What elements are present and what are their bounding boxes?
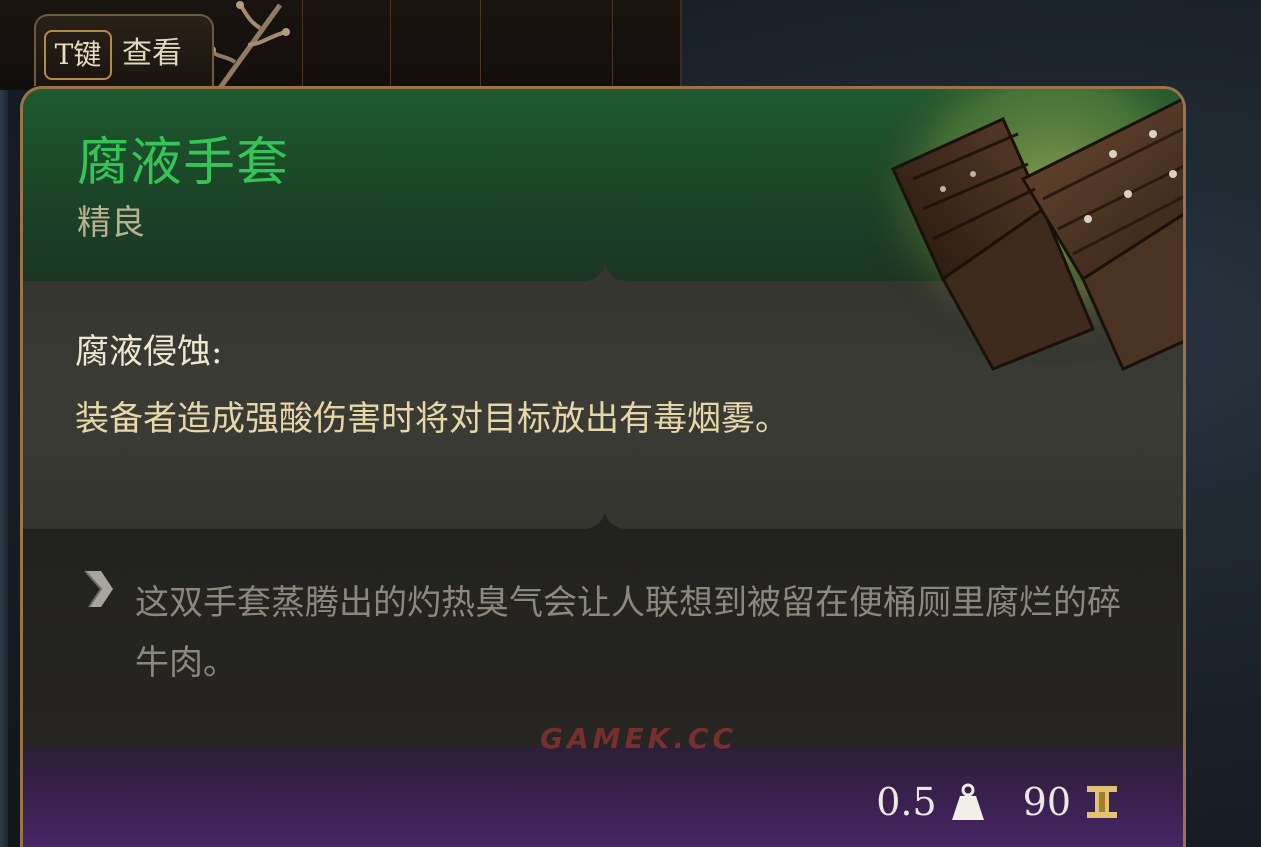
- item-stats: 0.5 90: [876, 777, 1119, 827]
- weight-value: 0.5: [876, 780, 937, 824]
- inventory-strip: T键 查看: [0, 0, 682, 90]
- inspect-hint-button[interactable]: T键 查看: [34, 14, 214, 86]
- inventory-slot-divider: [480, 0, 481, 88]
- quill-icon: [84, 570, 113, 608]
- section-divider-notch: [583, 265, 627, 285]
- inventory-slot-divider: [390, 0, 391, 88]
- watermark-logo: GAMEK.CC: [540, 722, 738, 755]
- effect-description: 装备者造成强酸伤害时将对目标放出有毒烟雾。: [75, 399, 789, 439]
- effect-title: 腐液侵蚀:: [75, 332, 223, 372]
- game-screen: T键 查看 腐液手套 精良 腐液侵蚀: 装备者造成强酸伤害时将对目标放出有毒烟雾…: [0, 0, 1261, 847]
- inventory-edge: [0, 0, 8, 847]
- inspect-label: 查看: [122, 36, 182, 71]
- section-divider-notch: [583, 513, 627, 533]
- weight-icon: [951, 783, 984, 820]
- item-name: 腐液手套: [77, 133, 290, 193]
- item-rarity: 精良: [77, 203, 145, 243]
- gold-coin-icon: [1087, 786, 1117, 818]
- inventory-slot-divider: [612, 0, 613, 88]
- gold-value: 90: [1022, 780, 1071, 824]
- leather-gloves-icon: [863, 89, 1183, 371]
- lore-text: 这双手套蒸腾出的灼热臭气会让人联想到被留在便桶厕里腐烂的碎牛肉。: [135, 583, 1121, 683]
- t-key-icon: T键: [44, 30, 112, 80]
- inventory-slot-divider: [302, 0, 303, 88]
